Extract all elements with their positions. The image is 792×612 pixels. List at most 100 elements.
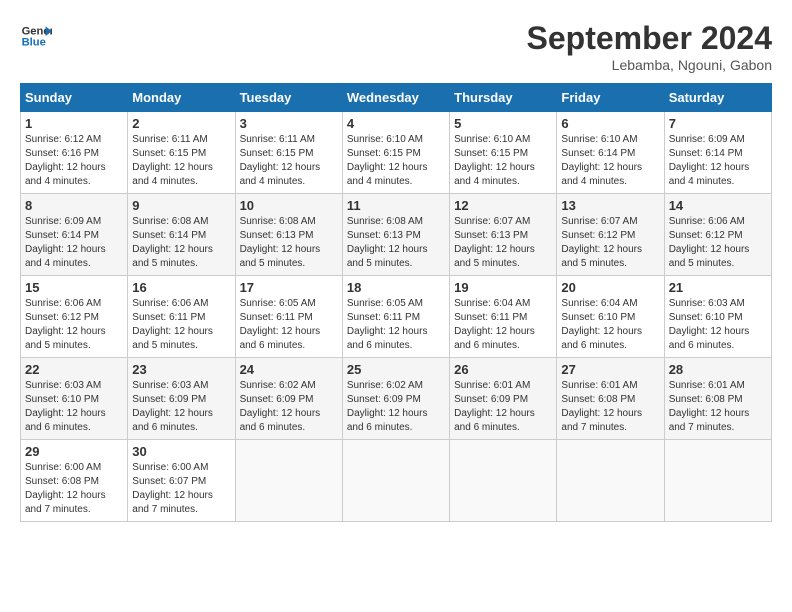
sunrise-time: Sunrise: 6:04 AM (454, 298, 530, 309)
table-row: 24 Sunrise: 6:02 AM Sunset: 6:09 PM Dayl… (235, 358, 342, 440)
table-row: 7 Sunrise: 6:09 AM Sunset: 6:14 PM Dayli… (664, 112, 771, 194)
day-info: Sunrise: 6:03 AM Sunset: 6:10 PM Dayligh… (669, 297, 767, 353)
table-row: 9 Sunrise: 6:08 AM Sunset: 6:14 PM Dayli… (128, 194, 235, 276)
daylight-hours: Daylight: 12 hours and 7 minutes. (25, 490, 106, 515)
month-title: September 2024 (527, 20, 772, 57)
sunrise-time: Sunrise: 6:08 AM (347, 216, 423, 227)
sunset-time: Sunset: 6:15 PM (347, 148, 421, 159)
table-row: 12 Sunrise: 6:07 AM Sunset: 6:13 PM Dayl… (450, 194, 557, 276)
day-info: Sunrise: 6:04 AM Sunset: 6:11 PM Dayligh… (454, 297, 552, 353)
day-info: Sunrise: 6:05 AM Sunset: 6:11 PM Dayligh… (240, 297, 338, 353)
daylight-hours: Daylight: 12 hours and 4 minutes. (347, 162, 428, 187)
calendar-week-row: 1 Sunrise: 6:12 AM Sunset: 6:16 PM Dayli… (21, 112, 772, 194)
daylight-hours: Daylight: 12 hours and 6 minutes. (240, 326, 321, 351)
table-row (664, 440, 771, 522)
sunrise-time: Sunrise: 6:09 AM (669, 134, 745, 145)
sunset-time: Sunset: 6:12 PM (669, 230, 743, 241)
daylight-hours: Daylight: 12 hours and 7 minutes. (132, 490, 213, 515)
calendar-week-row: 22 Sunrise: 6:03 AM Sunset: 6:10 PM Dayl… (21, 358, 772, 440)
sunset-time: Sunset: 6:13 PM (240, 230, 314, 241)
location-subtitle: Lebamba, Ngouni, Gabon (527, 57, 772, 73)
day-number: 29 (25, 444, 123, 459)
daylight-hours: Daylight: 12 hours and 6 minutes. (561, 326, 642, 351)
sunrise-time: Sunrise: 6:07 AM (561, 216, 637, 227)
sunset-time: Sunset: 6:15 PM (240, 148, 314, 159)
sunset-time: Sunset: 6:15 PM (454, 148, 528, 159)
daylight-hours: Daylight: 12 hours and 5 minutes. (347, 244, 428, 269)
sunset-time: Sunset: 6:12 PM (561, 230, 635, 241)
daylight-hours: Daylight: 12 hours and 6 minutes. (132, 408, 213, 433)
daylight-hours: Daylight: 12 hours and 5 minutes. (25, 326, 106, 351)
day-info: Sunrise: 6:10 AM Sunset: 6:15 PM Dayligh… (454, 133, 552, 189)
table-row: 25 Sunrise: 6:02 AM Sunset: 6:09 PM Dayl… (342, 358, 449, 440)
table-row: 28 Sunrise: 6:01 AM Sunset: 6:08 PM Dayl… (664, 358, 771, 440)
day-info: Sunrise: 6:01 AM Sunset: 6:09 PM Dayligh… (454, 379, 552, 435)
day-info: Sunrise: 6:06 AM Sunset: 6:12 PM Dayligh… (25, 297, 123, 353)
day-number: 4 (347, 116, 445, 131)
day-number: 10 (240, 198, 338, 213)
day-info: Sunrise: 6:06 AM Sunset: 6:12 PM Dayligh… (669, 215, 767, 271)
table-row (342, 440, 449, 522)
sunrise-time: Sunrise: 6:10 AM (347, 134, 423, 145)
sunrise-time: Sunrise: 6:09 AM (25, 216, 101, 227)
day-info: Sunrise: 6:02 AM Sunset: 6:09 PM Dayligh… (240, 379, 338, 435)
day-info: Sunrise: 6:00 AM Sunset: 6:07 PM Dayligh… (132, 461, 230, 517)
logo: General Blue (20, 20, 52, 52)
day-info: Sunrise: 6:03 AM Sunset: 6:10 PM Dayligh… (25, 379, 123, 435)
sunrise-time: Sunrise: 6:03 AM (132, 380, 208, 391)
day-info: Sunrise: 6:07 AM Sunset: 6:13 PM Dayligh… (454, 215, 552, 271)
header-sunday: Sunday (21, 84, 128, 112)
table-row: 5 Sunrise: 6:10 AM Sunset: 6:15 PM Dayli… (450, 112, 557, 194)
day-info: Sunrise: 6:04 AM Sunset: 6:10 PM Dayligh… (561, 297, 659, 353)
day-number: 3 (240, 116, 338, 131)
day-info: Sunrise: 6:05 AM Sunset: 6:11 PM Dayligh… (347, 297, 445, 353)
table-row: 4 Sunrise: 6:10 AM Sunset: 6:15 PM Dayli… (342, 112, 449, 194)
daylight-hours: Daylight: 12 hours and 4 minutes. (25, 162, 106, 187)
sunrise-time: Sunrise: 6:06 AM (132, 298, 208, 309)
table-row: 11 Sunrise: 6:08 AM Sunset: 6:13 PM Dayl… (342, 194, 449, 276)
day-number: 14 (669, 198, 767, 213)
day-number: 28 (669, 362, 767, 377)
sunrise-time: Sunrise: 6:01 AM (561, 380, 637, 391)
daylight-hours: Daylight: 12 hours and 4 minutes. (561, 162, 642, 187)
day-info: Sunrise: 6:08 AM Sunset: 6:14 PM Dayligh… (132, 215, 230, 271)
calendar-week-row: 29 Sunrise: 6:00 AM Sunset: 6:08 PM Dayl… (21, 440, 772, 522)
sunrise-time: Sunrise: 6:11 AM (132, 134, 207, 145)
day-info: Sunrise: 6:09 AM Sunset: 6:14 PM Dayligh… (25, 215, 123, 271)
daylight-hours: Daylight: 12 hours and 6 minutes. (669, 326, 750, 351)
day-number: 6 (561, 116, 659, 131)
sunset-time: Sunset: 6:14 PM (669, 148, 743, 159)
day-info: Sunrise: 6:08 AM Sunset: 6:13 PM Dayligh… (240, 215, 338, 271)
table-row: 15 Sunrise: 6:06 AM Sunset: 6:12 PM Dayl… (21, 276, 128, 358)
sunset-time: Sunset: 6:09 PM (132, 394, 206, 405)
logo-icon: General Blue (20, 20, 52, 52)
sunrise-time: Sunrise: 6:05 AM (347, 298, 423, 309)
sunrise-time: Sunrise: 6:08 AM (132, 216, 208, 227)
day-info: Sunrise: 6:07 AM Sunset: 6:12 PM Dayligh… (561, 215, 659, 271)
table-row: 22 Sunrise: 6:03 AM Sunset: 6:10 PM Dayl… (21, 358, 128, 440)
day-number: 18 (347, 280, 445, 295)
sunset-time: Sunset: 6:10 PM (561, 312, 635, 323)
header-wednesday: Wednesday (342, 84, 449, 112)
table-row (235, 440, 342, 522)
table-row: 27 Sunrise: 6:01 AM Sunset: 6:08 PM Dayl… (557, 358, 664, 440)
sunset-time: Sunset: 6:09 PM (454, 394, 528, 405)
day-number: 23 (132, 362, 230, 377)
daylight-hours: Daylight: 12 hours and 6 minutes. (347, 408, 428, 433)
sunset-time: Sunset: 6:09 PM (347, 394, 421, 405)
sunrise-time: Sunrise: 6:11 AM (240, 134, 315, 145)
day-number: 22 (25, 362, 123, 377)
sunset-time: Sunset: 6:08 PM (669, 394, 743, 405)
sunrise-time: Sunrise: 6:06 AM (669, 216, 745, 227)
day-info: Sunrise: 6:12 AM Sunset: 6:16 PM Dayligh… (25, 133, 123, 189)
table-row: 30 Sunrise: 6:00 AM Sunset: 6:07 PM Dayl… (128, 440, 235, 522)
title-block: September 2024 Lebamba, Ngouni, Gabon (527, 20, 772, 73)
day-number: 2 (132, 116, 230, 131)
day-number: 24 (240, 362, 338, 377)
sunrise-time: Sunrise: 6:00 AM (25, 462, 101, 473)
sunrise-time: Sunrise: 6:03 AM (25, 380, 101, 391)
table-row: 10 Sunrise: 6:08 AM Sunset: 6:13 PM Dayl… (235, 194, 342, 276)
day-info: Sunrise: 6:10 AM Sunset: 6:14 PM Dayligh… (561, 133, 659, 189)
daylight-hours: Daylight: 12 hours and 6 minutes. (454, 326, 535, 351)
daylight-hours: Daylight: 12 hours and 7 minutes. (561, 408, 642, 433)
